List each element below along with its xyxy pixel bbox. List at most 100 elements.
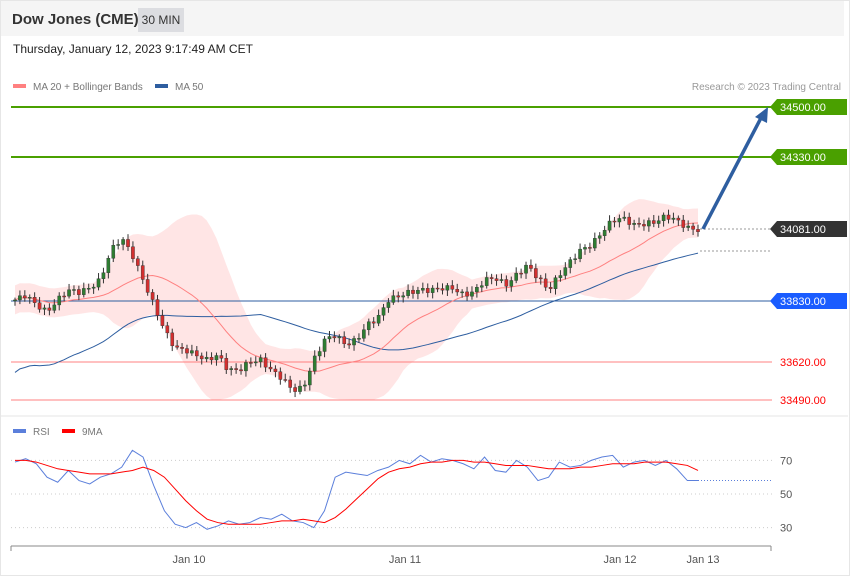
candle-body: [199, 355, 204, 360]
candle-body: [421, 288, 425, 291]
bollinger-band: [15, 199, 698, 401]
candle-body: [52, 304, 57, 311]
candle-body: [696, 229, 700, 232]
candle-body: [583, 247, 587, 250]
candle-body: [303, 384, 307, 387]
candle-body: [268, 366, 273, 370]
candle-body: [185, 348, 189, 354]
candle-body: [450, 285, 455, 290]
candle-body: [435, 287, 440, 290]
legend-label: MA 20 + Bollinger Bands: [33, 82, 143, 93]
candle-body: [681, 219, 686, 228]
candle-body: [563, 267, 568, 276]
level-label: 34330.00: [780, 152, 826, 164]
candle-body: [651, 220, 656, 224]
candle-body: [57, 295, 62, 306]
candle-body: [42, 307, 47, 310]
copyright-text: Research © 2023 Trading Central: [692, 82, 841, 93]
x-tick-label: Jan 11: [389, 554, 421, 566]
candle-body: [293, 387, 297, 392]
candle-body: [391, 295, 396, 303]
candle-body: [249, 362, 253, 364]
candle-body: [612, 220, 617, 223]
candle-body: [519, 272, 523, 275]
candle-body: [165, 325, 170, 334]
candle-body: [32, 297, 37, 303]
candle-body: [155, 299, 160, 316]
candle-body: [204, 356, 209, 360]
candle-body: [666, 214, 671, 220]
candle-body: [475, 287, 479, 293]
candle-body: [322, 338, 327, 352]
x-tick-label: Jan 10: [172, 554, 205, 566]
candle-body: [27, 297, 32, 299]
candle-body: [18, 295, 22, 301]
candle-body: [195, 350, 199, 357]
candle-body: [573, 258, 577, 260]
legend-label: MA 50: [175, 82, 204, 93]
candle-body: [288, 379, 292, 388]
candle-body: [116, 244, 120, 246]
candle-body: [332, 336, 337, 339]
candle-body: [47, 307, 52, 311]
candle-body: [170, 332, 175, 347]
candle-body: [150, 292, 155, 300]
candle-body: [77, 289, 81, 295]
candle-body: [602, 230, 607, 236]
legend-label: 9MA: [82, 427, 103, 438]
candle-body: [214, 355, 219, 361]
candle-body: [209, 356, 214, 361]
candle-body: [607, 220, 612, 231]
candle-body: [524, 264, 528, 274]
candle-body: [622, 216, 627, 219]
candle-body: [140, 265, 145, 280]
candle-body: [362, 329, 366, 339]
candle-body: [425, 288, 430, 293]
candle-body: [558, 275, 563, 278]
candle-body: [588, 247, 592, 249]
candle-body: [126, 239, 130, 247]
level-label: 34500.00: [780, 102, 826, 114]
candle-body: [430, 287, 435, 293]
candle-body: [514, 272, 518, 281]
candle-body: [479, 285, 484, 288]
legend-label: RSI: [33, 427, 50, 438]
level-label: 34081.00: [780, 224, 826, 236]
candle-body: [312, 355, 317, 372]
candle-body: [538, 277, 543, 280]
level-label: 33490.00: [780, 395, 826, 407]
candle-body: [347, 343, 351, 346]
candle-body: [298, 385, 302, 392]
x-tick-label: Jan 13: [686, 554, 719, 566]
candle-body: [371, 321, 376, 324]
candle-body: [136, 258, 140, 266]
candle-body: [548, 287, 553, 289]
candle-body: [273, 368, 278, 372]
candle-body: [224, 358, 229, 370]
candle-body: [686, 225, 690, 228]
candle-body: [37, 302, 42, 310]
candle-body: [67, 289, 71, 297]
candle-body: [494, 278, 499, 281]
candle-body: [366, 321, 371, 330]
candle-body: [671, 217, 676, 220]
legend-swatch: [13, 429, 26, 433]
candle-body: [337, 336, 342, 339]
candle-body: [416, 290, 420, 294]
candle-body: [258, 357, 263, 363]
candle-body: [376, 315, 381, 324]
candle-body: [308, 370, 312, 386]
candle-body: [656, 220, 661, 224]
candle-body: [190, 350, 194, 354]
candle-body: [96, 278, 101, 288]
candle-body: [597, 235, 602, 239]
candle-body: [234, 368, 238, 370]
candle-body: [23, 295, 27, 299]
candle-body: [239, 369, 243, 372]
candle-body: [661, 214, 666, 221]
candle-body: [111, 244, 116, 259]
candle-body: [642, 224, 646, 227]
candle-body: [219, 355, 224, 359]
candle-body: [499, 279, 504, 281]
candle-body: [62, 295, 66, 298]
